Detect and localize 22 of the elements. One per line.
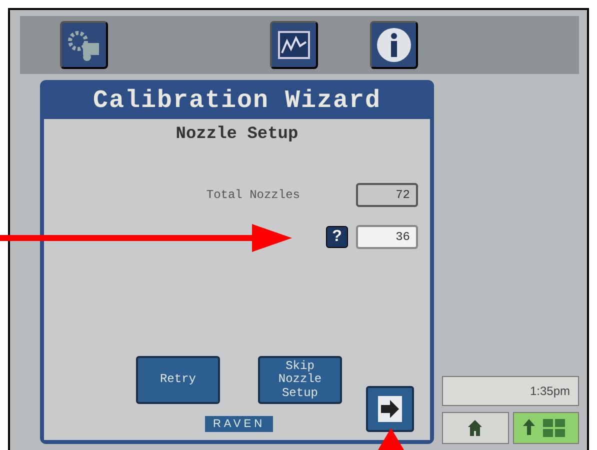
help-button[interactable]: ? — [326, 226, 348, 248]
brand-logo: RAVEN — [204, 416, 274, 432]
nav-tab[interactable] — [512, 412, 579, 444]
arrow-page-icon — [375, 394, 405, 424]
gear-tractor-icon — [67, 29, 101, 61]
number-field[interactable]: 36 — [356, 225, 418, 249]
tools-icon-button[interactable] — [60, 21, 108, 69]
wizard-title: Calibration Wizard — [92, 85, 382, 117]
chart-button[interactable] — [270, 21, 318, 69]
field-label: Total Nozzles — [206, 188, 300, 202]
home-icon — [468, 420, 482, 436]
line-graph-icon — [278, 31, 310, 59]
info-icon — [376, 27, 412, 63]
wizard-button[interactable]: Skip Nozzle Setup — [258, 356, 342, 404]
callout-arrow — [378, 428, 404, 450]
nav-tab[interactable] — [442, 412, 508, 444]
info-button[interactable] — [370, 21, 418, 69]
number-field[interactable]: 72 — [356, 183, 418, 207]
section-title: Nozzle Setup — [176, 125, 298, 144]
next-button[interactable] — [366, 386, 414, 432]
clock-display: 1:35pm — [442, 376, 579, 406]
wizard-button[interactable]: Retry — [136, 356, 220, 404]
